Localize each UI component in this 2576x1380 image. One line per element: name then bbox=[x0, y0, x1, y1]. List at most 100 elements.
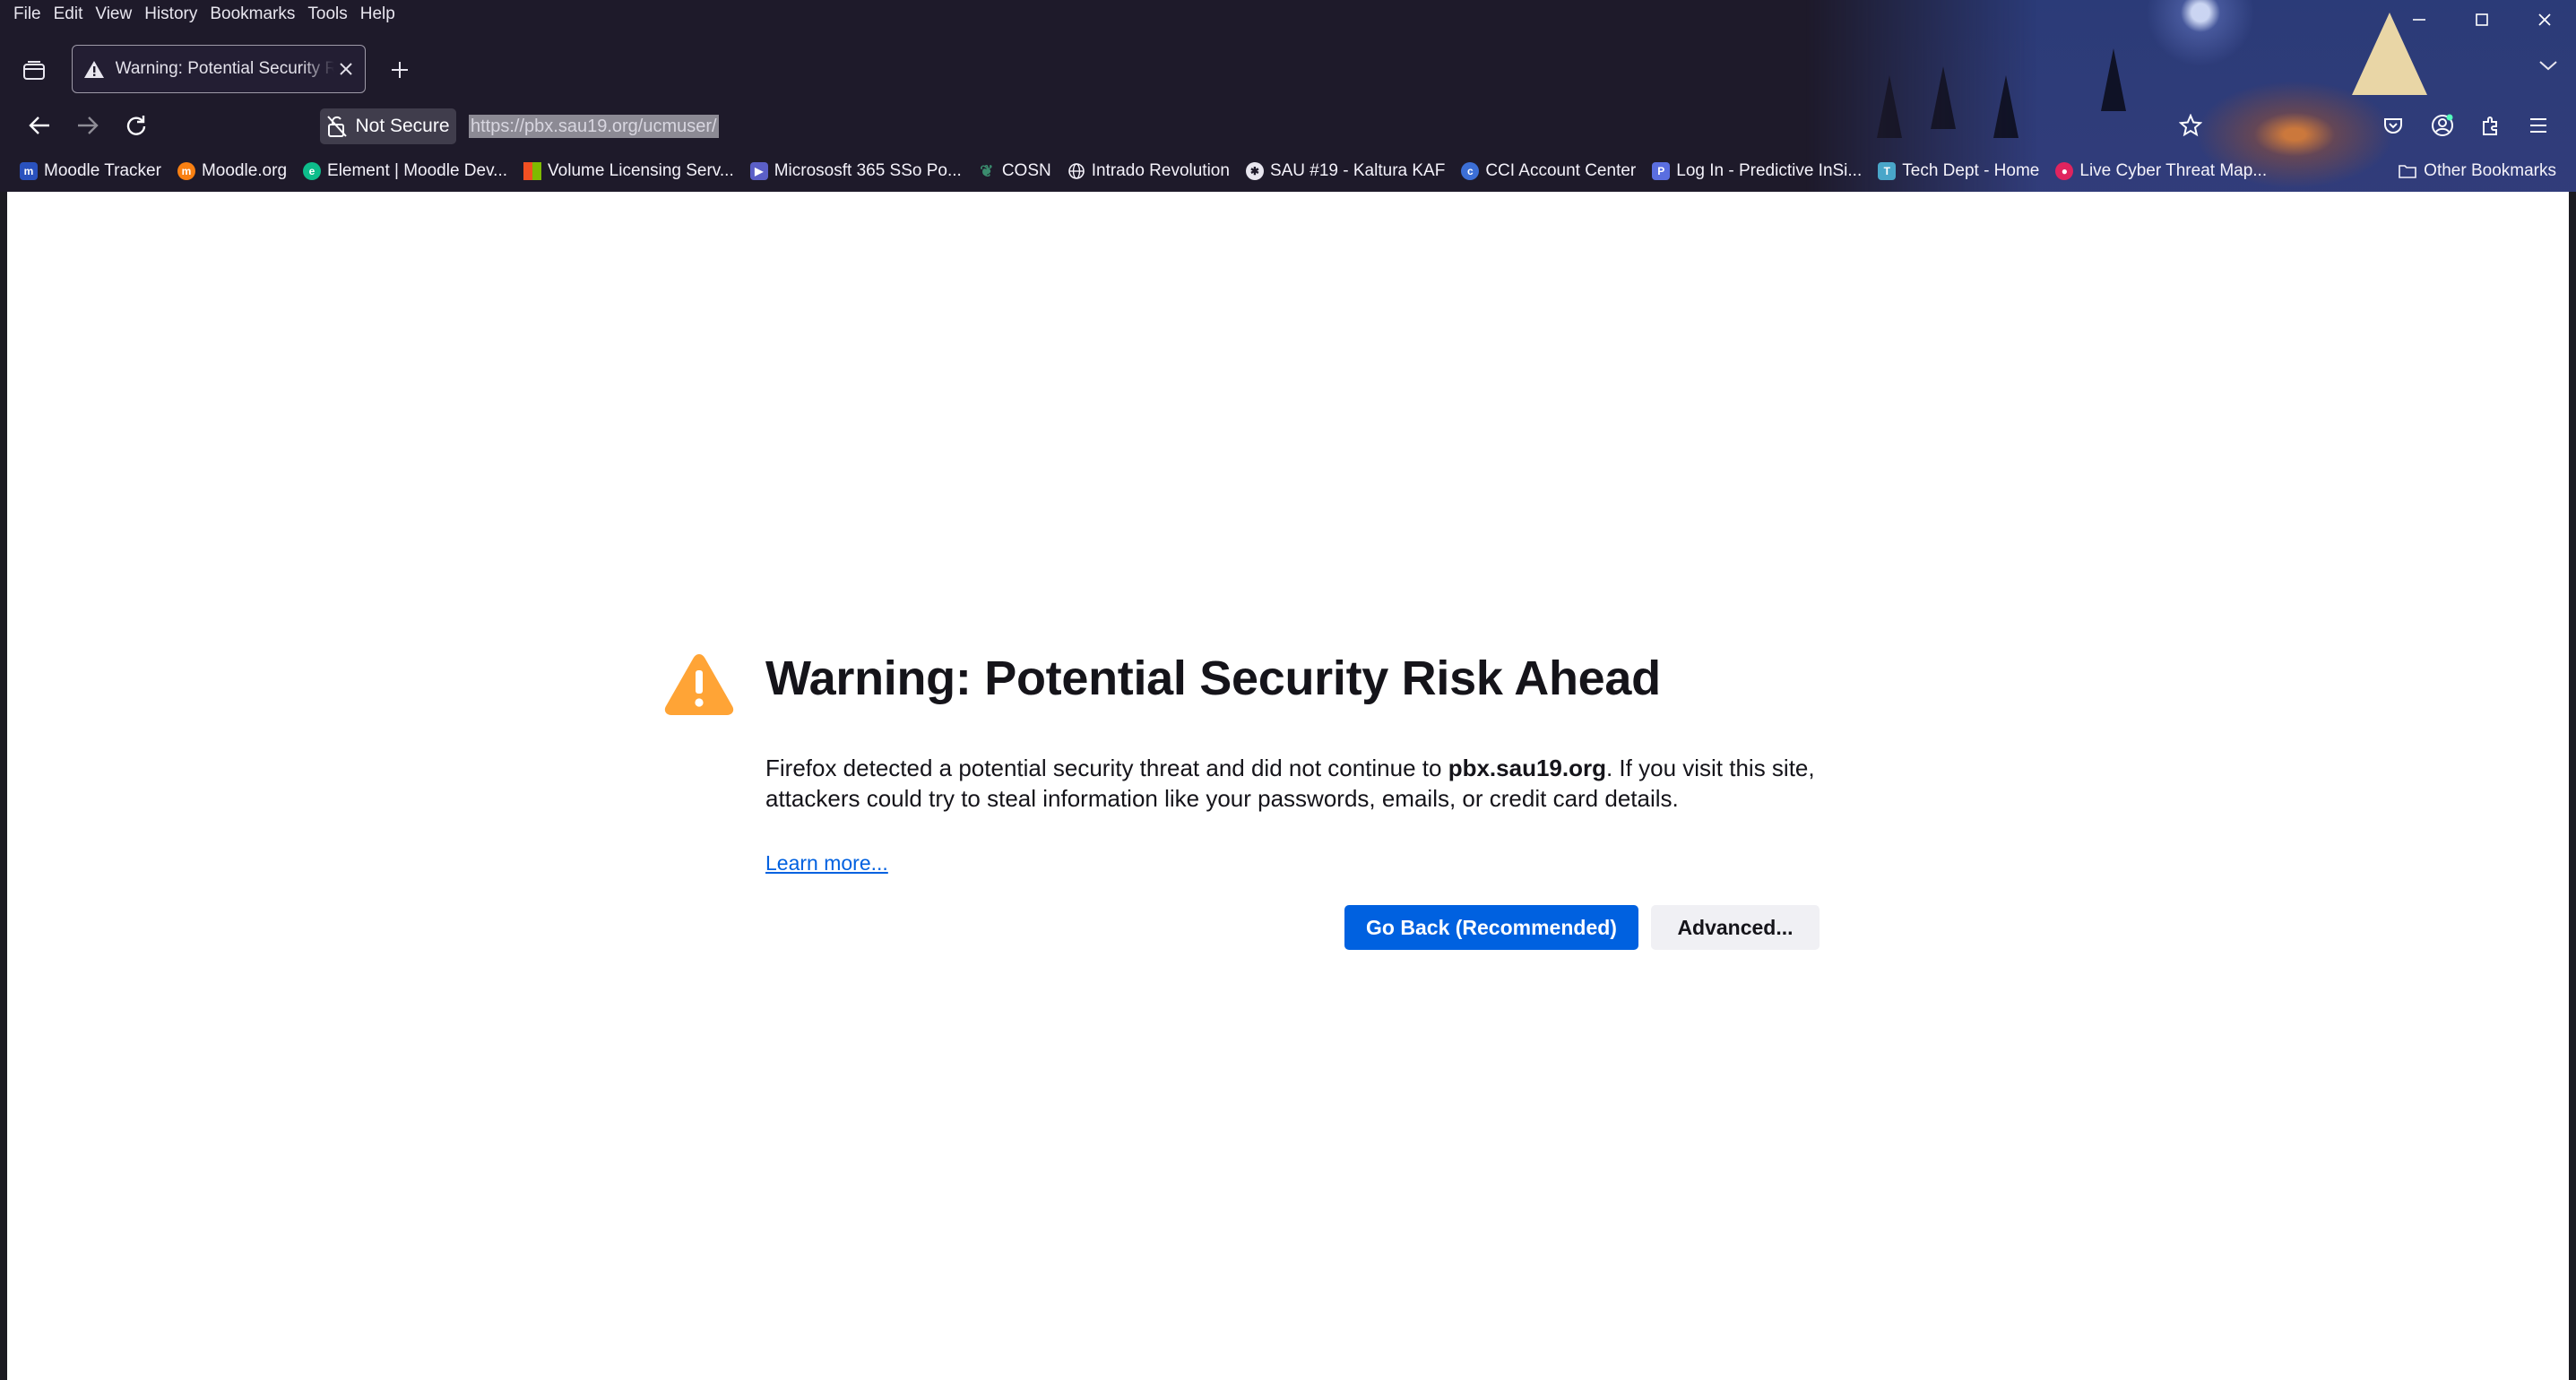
menu-history[interactable]: History bbox=[138, 0, 203, 29]
bookmark-label: CCI Account Center bbox=[1485, 161, 1637, 180]
url-input[interactable]: https://pbx.sau19.org/ucmuser/ bbox=[469, 115, 719, 138]
bookmark-label: Intrado Revolution bbox=[1091, 161, 1230, 180]
menu-tools[interactable]: Tools bbox=[301, 0, 353, 29]
go-back-button[interactable]: Go Back (Recommended) bbox=[1344, 905, 1638, 950]
bookmark-label: Element | Moodle Dev... bbox=[327, 161, 508, 180]
other-bookmarks-button[interactable]: Other Bookmarks bbox=[2398, 156, 2556, 186]
broken-lock-icon bbox=[327, 116, 348, 137]
bookmark-intrado-revolution[interactable]: Intrado Revolution bbox=[1068, 161, 1230, 181]
bookmark-star-button[interactable] bbox=[2171, 108, 2210, 143]
tab-close-button[interactable] bbox=[338, 56, 354, 83]
new-tab-button[interactable] bbox=[382, 52, 418, 88]
warning-icon bbox=[664, 654, 734, 715]
bookmark-label: Moodle.org bbox=[201, 161, 288, 180]
error-title: Warning: Potential Security Risk Ahead bbox=[765, 651, 1661, 705]
bookmark-moodle-tracker[interactable]: m Moodle Tracker bbox=[20, 161, 161, 181]
site-identity-button[interactable]: Not Secure bbox=[320, 108, 456, 144]
error-description-text: Firefox detected a potential security th… bbox=[765, 755, 1448, 781]
pocket-button[interactable] bbox=[2373, 108, 2413, 143]
bookmark-kaltura-kaf[interactable]: ✱ SAU #19 - Kaltura KAF bbox=[1245, 161, 1446, 181]
back-arrow-icon bbox=[29, 116, 49, 134]
threat-map-icon: ● bbox=[2055, 162, 2074, 180]
puzzle-icon bbox=[2483, 116, 2497, 135]
firefox-view-button[interactable] bbox=[16, 56, 52, 86]
menu-edit[interactable]: Edit bbox=[48, 0, 90, 29]
globe-icon bbox=[1068, 162, 1085, 180]
close-window-button[interactable] bbox=[2513, 0, 2576, 39]
predictive-icon: P bbox=[1652, 162, 1671, 180]
microsoft-icon bbox=[523, 162, 542, 180]
bookmark-label: Log In - Predictive InSi... bbox=[1676, 161, 1863, 180]
bookmark-label: Live Cyber Threat Map... bbox=[2079, 161, 2268, 180]
menu-help[interactable]: Help bbox=[354, 0, 402, 29]
menu-bookmarks[interactable]: Bookmarks bbox=[203, 0, 301, 29]
error-actions: Go Back (Recommended) Advanced... bbox=[1344, 905, 1820, 950]
learn-more-link[interactable]: Learn more... bbox=[765, 851, 888, 875]
folder-icon bbox=[2399, 165, 2416, 178]
moodle-tracker-icon: m bbox=[20, 162, 38, 180]
menu-file[interactable]: File bbox=[7, 0, 48, 29]
bookmark-cosn[interactable]: ❦ COSN bbox=[978, 161, 1051, 181]
error-hostname: pbx.sau19.org bbox=[1448, 755, 1606, 781]
chevron-down-icon bbox=[2539, 61, 2557, 71]
bookmark-label: Micrososft 365 SSo Po... bbox=[774, 161, 962, 180]
bookmarks-toolbar: m Moodle Tracker m Moodle.org e Element … bbox=[0, 156, 2576, 186]
bookmark-element-moodle-dev[interactable]: e Element | Moodle Dev... bbox=[303, 161, 507, 181]
forward-arrow-icon bbox=[78, 116, 99, 134]
pocket-icon bbox=[2384, 118, 2402, 134]
reload-button[interactable] bbox=[117, 108, 156, 143]
tab-strip: Warning: Potential Security Risk Ahead bbox=[0, 45, 2576, 93]
menu-bar: File Edit View History Bookmarks Tools H… bbox=[0, 0, 402, 29]
forward-button[interactable] bbox=[68, 108, 108, 143]
bookmark-label: SAU #19 - Kaltura KAF bbox=[1269, 161, 1446, 180]
close-icon bbox=[2538, 13, 2551, 26]
hamburger-menu-icon bbox=[2530, 118, 2546, 133]
account-icon bbox=[2432, 114, 2453, 136]
error-description: Firefox detected a potential security th… bbox=[765, 753, 1823, 814]
advanced-button[interactable]: Advanced... bbox=[1651, 905, 1820, 950]
bookmark-label: Volume Licensing Serv... bbox=[548, 161, 734, 180]
list-all-tabs-button[interactable] bbox=[2538, 54, 2558, 77]
bookmark-tech-dept-home[interactable]: T Tech Dept - Home bbox=[1878, 161, 2039, 181]
maximize-button[interactable] bbox=[2451, 0, 2513, 39]
window-controls bbox=[2388, 0, 2576, 39]
bookmark-moodle-org[interactable]: m Moodle.org bbox=[177, 161, 287, 181]
extensions-button[interactable] bbox=[2471, 108, 2511, 143]
cosn-icon: ❦ bbox=[980, 161, 994, 180]
close-icon bbox=[340, 62, 352, 75]
tech-dept-icon: T bbox=[1878, 162, 1897, 180]
bookmark-live-cyber-threat-map[interactable]: ● Live Cyber Threat Map... bbox=[2055, 161, 2267, 181]
bookmark-cci-account-center[interactable]: c CCI Account Center bbox=[1461, 161, 1636, 181]
cci-icon: c bbox=[1461, 162, 1480, 180]
not-secure-label: Not Secure bbox=[355, 116, 450, 136]
app-menu-button[interactable] bbox=[2519, 108, 2558, 143]
menu-view[interactable]: View bbox=[89, 0, 138, 29]
bookmark-label: Tech Dept - Home bbox=[1902, 161, 2040, 180]
page-content: Warning: Potential Security Risk Ahead F… bbox=[7, 192, 2569, 1380]
bookmark-predictive-insights[interactable]: P Log In - Predictive InSi... bbox=[1652, 161, 1862, 181]
maximize-icon bbox=[2476, 13, 2488, 26]
minimize-icon bbox=[2413, 19, 2425, 21]
play-icon: ▶ bbox=[749, 162, 768, 180]
element-icon: e bbox=[303, 162, 322, 180]
kaltura-icon: ✱ bbox=[1245, 162, 1264, 180]
bookmark-label: Moodle Tracker bbox=[44, 161, 161, 180]
url-bar[interactable]: Not Secure https://pbx.sau19.org/ucmuser… bbox=[320, 107, 2193, 146]
back-button[interactable] bbox=[20, 108, 59, 143]
browser-chrome: File Edit View History Bookmarks Tools H… bbox=[0, 0, 2576, 192]
bookmark-microsoft-365-sso[interactable]: ▶ Micrososft 365 SSo Po... bbox=[749, 161, 962, 181]
other-bookmarks-label: Other Bookmarks bbox=[2424, 161, 2556, 180]
plus-icon bbox=[392, 62, 408, 78]
warning-icon bbox=[84, 61, 104, 78]
reload-icon bbox=[126, 116, 146, 135]
active-tab[interactable]: Warning: Potential Security Risk Ahead bbox=[72, 45, 366, 93]
firefox-view-icon bbox=[23, 61, 45, 80]
tab-title: Warning: Potential Security Risk Ahead bbox=[115, 59, 334, 78]
star-icon bbox=[2179, 114, 2202, 137]
account-button[interactable] bbox=[2423, 108, 2462, 143]
minimize-button[interactable] bbox=[2388, 0, 2451, 39]
navigation-toolbar: Not Secure https://pbx.sau19.org/ucmuser… bbox=[0, 100, 2576, 151]
moodle-icon: m bbox=[177, 162, 195, 180]
bookmark-label: COSN bbox=[1001, 161, 1051, 180]
bookmark-volume-licensing[interactable]: Volume Licensing Serv... bbox=[523, 161, 734, 181]
